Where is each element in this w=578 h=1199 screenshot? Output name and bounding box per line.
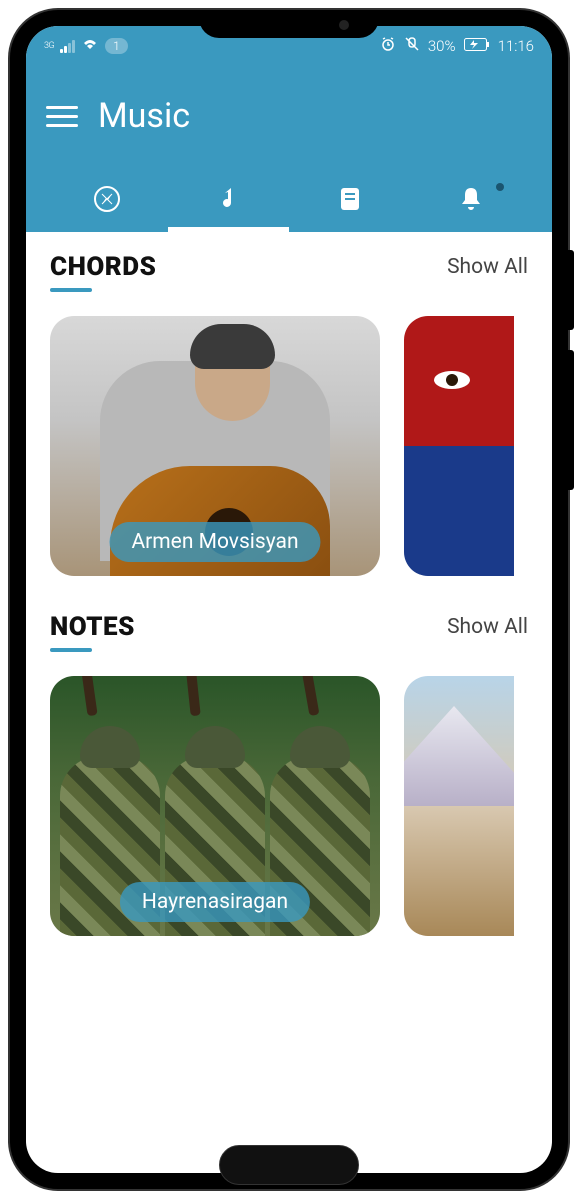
section-title: CHORDS [50,252,156,282]
mute-icon [404,36,420,56]
notes-card-row[interactable]: Hayrenasiragan [50,676,552,936]
app-header: Music [26,66,552,232]
tab-notifications[interactable] [411,185,533,213]
book-icon [336,185,364,213]
chords-card-next[interactable] [404,316,514,576]
status-right: 30% 11:16 [380,36,534,56]
bell-icon [457,185,485,213]
notification-dot [496,183,504,191]
notes-card-next[interactable] [404,676,514,936]
battery-percent: 30% [428,37,456,55]
chords-card-row[interactable]: Armen Movsisyan [50,316,552,576]
show-all-chords-button[interactable]: Show All [447,255,528,279]
content-area: CHORDS Show All Armen Movsisyan [26,232,552,1135]
chords-card[interactable]: Armen Movsisyan [50,316,380,576]
phone-home-button [219,1145,359,1185]
tab-bar [46,166,532,232]
card-label: Armen Movsisyan [109,522,320,562]
section-header-chords: CHORDS Show All [50,252,552,282]
clock-time: 11:16 [498,37,534,55]
compass-icon [92,184,122,214]
phone-notch [199,10,379,38]
phone-screen: 3G 1 30% 11:16 [26,26,552,1173]
section-underline [50,648,92,652]
signal-icon [60,40,75,53]
card-label: Hayrenasiragan [120,882,310,922]
section-header-notes: NOTES Show All [50,612,552,642]
wifi-icon [81,37,99,55]
menu-button[interactable] [46,100,78,133]
phone-side-button [568,350,574,490]
page-title: Music [98,96,190,136]
section-title: NOTES [50,612,135,642]
music-note-icon [213,184,243,214]
phone-side-button [568,250,574,330]
tab-explore[interactable] [46,184,168,214]
notes-card[interactable]: Hayrenasiragan [50,676,380,936]
notification-count-badge: 1 [105,38,128,54]
active-tab-indicator [168,227,290,232]
alarm-icon [380,36,396,56]
tab-music[interactable] [168,184,290,214]
phone-frame: 3G 1 30% 11:16 [10,10,568,1189]
status-left: 3G 1 [44,37,128,55]
show-all-notes-button[interactable]: Show All [447,615,528,639]
battery-icon [464,37,490,55]
network-type: 3G [44,41,54,51]
section-underline [50,288,92,292]
tab-library[interactable] [289,185,411,213]
